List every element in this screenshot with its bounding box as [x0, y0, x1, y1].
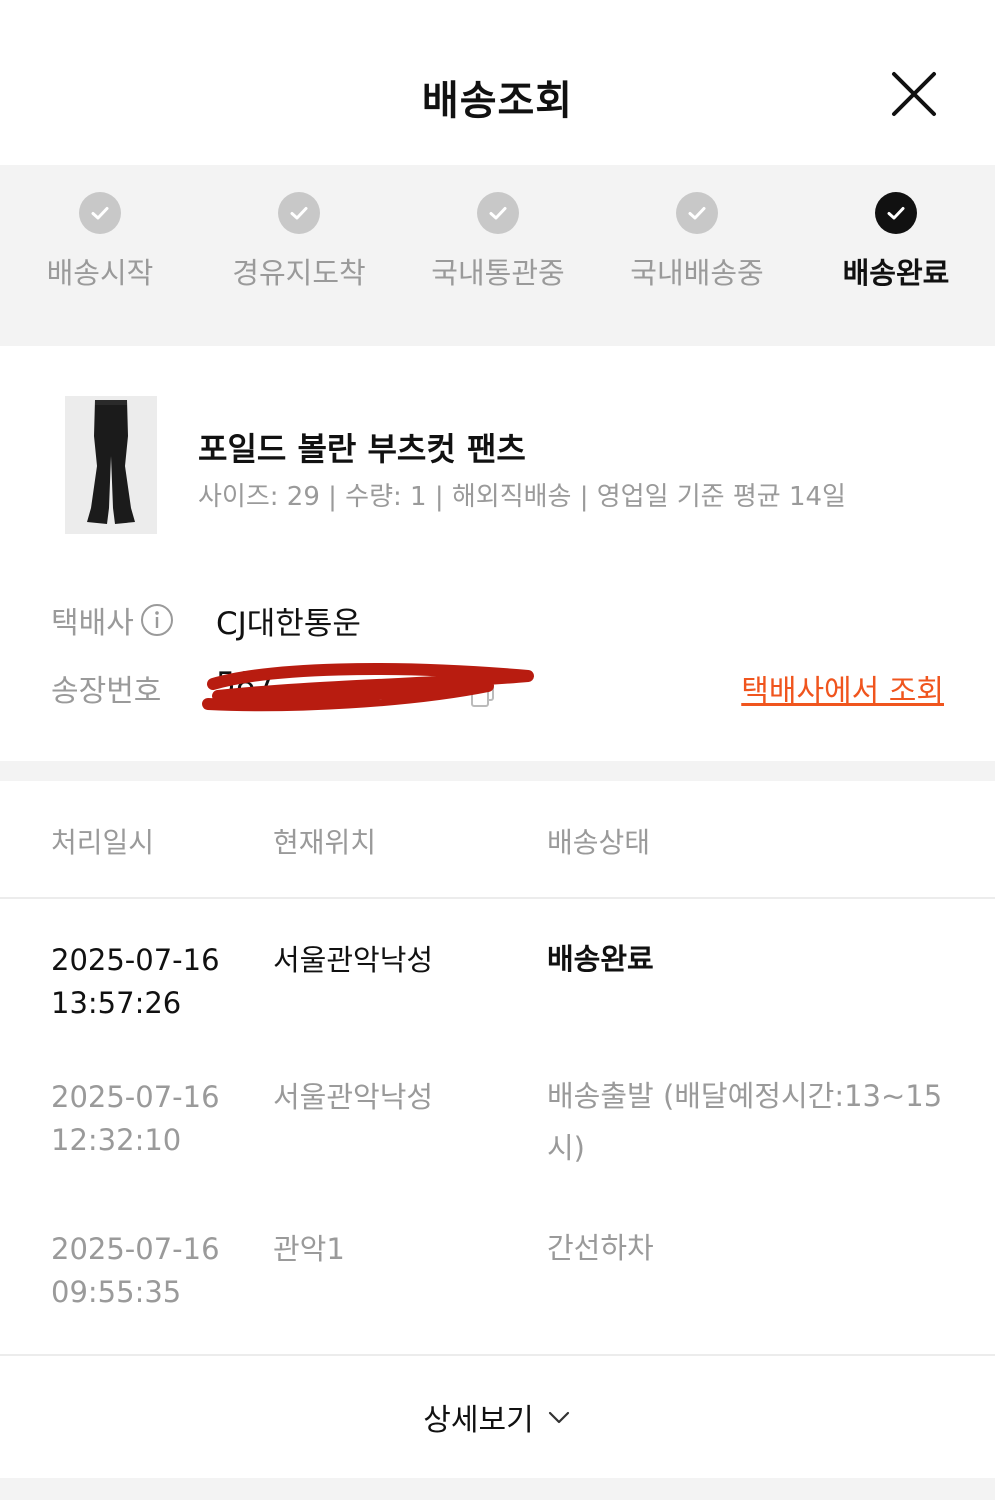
step-domestic-delivery: 국내배송중	[597, 192, 797, 292]
product-card: 포일드 볼란 부츠컷 팬츠 사이즈: 29 | 수량: 1 | 해외직배송 | …	[0, 346, 995, 761]
section-divider	[0, 761, 995, 781]
product-name[interactable]: 포일드 볼란 부츠컷 팬츠	[198, 424, 526, 470]
carrier-lookup-link[interactable]: 택배사에서 조회	[741, 666, 944, 710]
step-label: 배송완료	[842, 256, 950, 290]
row-datetime: 2025-07-16 12:32:10	[51, 1076, 261, 1162]
row-datetime: 2025-07-16 13:57:26	[51, 939, 261, 1025]
row-date: 2025-07-16	[51, 1232, 220, 1266]
step-delivered: 배송완료	[796, 192, 995, 292]
product-image	[65, 396, 157, 534]
carrier-label-text: 택배사	[51, 606, 134, 641]
row-status-line: 배송완료	[547, 942, 654, 976]
check-icon	[477, 192, 519, 234]
row-time: 12:32:10	[51, 1123, 182, 1157]
row-status-line: 간선하차	[547, 1231, 654, 1265]
check-icon	[676, 192, 718, 234]
row-time: 09:55:35	[51, 1275, 182, 1309]
step-shipping-started: 배송시작	[0, 192, 200, 292]
column-header-time: 처리일시	[51, 826, 155, 859]
carrier-name: CJ대한통운	[216, 606, 361, 642]
view-details-button[interactable]: 상세보기	[0, 1356, 995, 1478]
row-date: 2025-07-16	[51, 943, 220, 977]
check-icon	[79, 192, 121, 234]
row-status-line: 시)	[547, 1131, 585, 1165]
row-location: 관악1	[273, 1232, 345, 1266]
row-status: 배송출발 (배달예정시간:13~15 시)	[547, 1070, 957, 1174]
header-divider	[0, 897, 995, 899]
check-icon	[875, 192, 917, 234]
column-header-status: 배송상태	[547, 826, 651, 859]
row-status: 간선하차	[547, 1222, 957, 1274]
page-title: 배송조회	[421, 78, 574, 124]
step-customs: 국내통관중	[398, 192, 598, 292]
row-status-line: 배송출발 (배달예정시간:13~15	[547, 1079, 943, 1113]
delivery-progress: 배송시작 경유지도착 국내통관중 국내배송중 배송완료	[0, 165, 995, 346]
info-icon[interactable]	[140, 603, 174, 637]
header-bar: 배송조회	[0, 0, 995, 165]
redaction-scribble	[188, 656, 538, 716]
tracking-label: 송장번호	[51, 674, 162, 709]
row-time: 13:57:26	[51, 986, 182, 1020]
row-location: 서울관악낙성	[273, 943, 434, 977]
row-location: 서울관악낙성	[273, 1080, 434, 1114]
row-date: 2025-07-16	[51, 1080, 220, 1114]
carrier-label: 택배사	[51, 598, 174, 642]
check-icon	[278, 192, 320, 234]
tracking-history: 처리일시 현재위치 배송상태 2025-07-16 13:57:26 서울관악낙…	[0, 781, 995, 1356]
step-transit-arrived: 경유지도착	[199, 192, 399, 292]
chevron-down-icon	[546, 1404, 572, 1430]
view-details-label: 상세보기	[423, 1403, 534, 1438]
step-label: 경유지도착	[232, 256, 366, 290]
row-datetime: 2025-07-16 09:55:35	[51, 1228, 261, 1314]
row-status: 배송완료	[547, 933, 957, 985]
bottom-band	[0, 1478, 995, 1500]
column-header-location: 현재위치	[273, 826, 377, 859]
step-label: 배송시작	[46, 256, 154, 290]
close-icon[interactable]	[888, 68, 940, 120]
step-label: 국내통관중	[431, 256, 565, 290]
step-label: 국내배송중	[630, 256, 764, 290]
product-meta: 사이즈: 29 | 수량: 1 | 해외직배송 | 영업일 기준 평균 14일	[198, 482, 846, 512]
